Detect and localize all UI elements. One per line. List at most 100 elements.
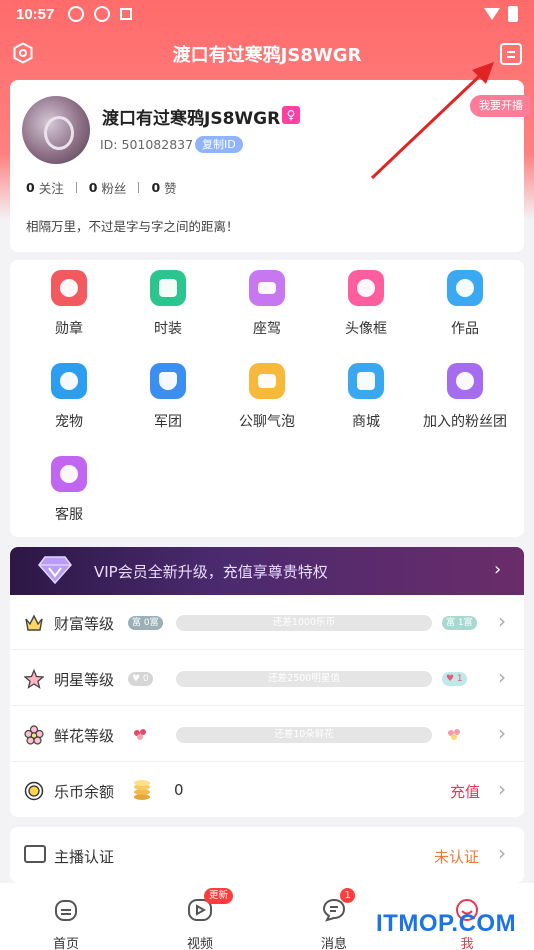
grid-item-label: 勋章 (55, 321, 83, 337)
headset-icon (51, 456, 87, 492)
coin-balance-row[interactable]: 乐币余额 0 充值 › (10, 763, 524, 818)
likes-label[interactable]: 赞 (164, 178, 177, 197)
fans-count: 0 (88, 180, 98, 195)
level-label: 财富等级 (54, 615, 115, 633)
page-title: 渡口有过寒鸦JS8WGR (172, 45, 362, 66)
current-level-badge: 富 0富 (128, 616, 163, 630)
chevron-right-icon: › (498, 609, 506, 633)
nav-home[interactable]: 首页 (26, 891, 106, 950)
fans-label[interactable]: 粉丝 (101, 178, 126, 197)
feature-grid: 勋章 时装 座驾 头像框 作品 宠物 军团 公聊气泡 商城 加入的粉丝团 客服 (10, 260, 524, 537)
grid-item-avatar-frame[interactable]: 头像框 (316, 270, 416, 338)
next-level-badge: ♥ 1 (442, 672, 467, 686)
start-live-button[interactable]: 我要开播 (470, 95, 530, 117)
wifi-icon (484, 8, 500, 20)
nav-label: 消息 (320, 937, 347, 950)
message-count-badge: 1 (340, 888, 355, 903)
car-icon (249, 270, 285, 306)
grid-item-fashion[interactable]: 时装 (118, 270, 218, 338)
nav-label: 视频 (186, 937, 213, 950)
level-row-star[interactable]: 明星等级 ♥ 0 还差2500明星值 ♥ 1 › (10, 651, 524, 706)
home-icon (55, 900, 77, 921)
top-bar: 渡口有过寒鸦JS8WGR (0, 36, 534, 72)
coin-icon (24, 781, 44, 801)
star-icon (447, 270, 483, 306)
avatar[interactable] (22, 96, 90, 164)
nav-messages[interactable]: 消息 (294, 891, 374, 950)
shop-icon (348, 363, 384, 399)
level-row-wealth[interactable]: 财富等级 富 0富 还差1000乐币 富 1富 › (10, 595, 524, 650)
chevron-right-icon: › (498, 841, 506, 865)
grid-item-shop[interactable]: 商城 (316, 363, 416, 431)
grid-item-car[interactable]: 座驾 (217, 270, 317, 338)
grid-item-label: 宠物 (55, 414, 83, 430)
level-row-flower[interactable]: 鲜花等级 还差10朵鲜花 › (10, 707, 524, 762)
video-update-badge: 更新 (204, 888, 234, 904)
notification-icon (68, 6, 85, 22)
diamond-icon (38, 556, 72, 585)
copy-id-button[interactable]: 复制ID (195, 136, 243, 153)
status-time: 10:57 (16, 5, 55, 23)
crown-icon (25, 614, 43, 631)
grid-item-label: 公聊气泡 (239, 414, 295, 430)
star-outline-icon (24, 669, 44, 689)
vip-text: VIP会员全新升级，充值享尊贵特权 (94, 563, 328, 581)
nav-label: 首页 (52, 937, 79, 950)
vip-banner[interactable]: VIP会员全新升级，充值享尊贵特权 › (10, 547, 524, 595)
grid-item-label: 作品 (451, 321, 479, 337)
nickname: 渡口有过寒鸦JS8WGR (102, 109, 281, 129)
notification-icon (94, 6, 111, 22)
level-progress: 还差2500明星值 (176, 671, 432, 687)
level-label: 鲜花等级 (54, 727, 115, 745)
level-label: 明星等级 (54, 671, 115, 689)
anchor-certification-row[interactable]: 主播认证 未认证 › (10, 827, 524, 883)
chevron-right-icon: › (498, 665, 506, 689)
flower-icon (24, 725, 44, 745)
avatar-frame-icon (348, 270, 384, 306)
grid-item-label: 头像框 (345, 321, 387, 337)
grid-item-label: 时装 (154, 321, 182, 337)
status-bar: 10:57 (0, 0, 534, 28)
levels-card: 财富等级 富 0富 还差1000乐币 富 1富 › 明星等级 ♥ 0 还差250… (10, 595, 524, 817)
menu-icon[interactable] (500, 43, 522, 65)
chevron-right-icon: › (494, 559, 502, 580)
id-card-icon (24, 845, 46, 863)
watermark: ITMOP.COM (376, 910, 517, 937)
coin-stack-icon (134, 780, 150, 800)
grid-item-support[interactable]: 客服 (19, 456, 119, 524)
chat-bubble-icon (249, 363, 285, 399)
divider (75, 182, 77, 193)
certification-status: 未认证 (434, 848, 480, 866)
coin-balance-value: 0 (174, 781, 184, 799)
battery-icon (508, 6, 518, 22)
user-id: ID: 501082837 (100, 137, 194, 152)
certification-label: 主播认证 (54, 848, 115, 866)
grid-item-medal[interactable]: 勋章 (19, 270, 119, 338)
level-progress: 还差10朵鲜花 (176, 727, 432, 743)
likes-count: 0 (151, 180, 161, 195)
recharge-button[interactable]: 充值 (450, 781, 480, 802)
divider (138, 182, 140, 193)
profile-card: 渡口有过寒鸦JS8WGR ♀ ID: 501082837 复制ID 我要开播 0… (10, 80, 530, 252)
grid-item-label: 加入的粉丝团 (423, 414, 507, 430)
grid-item-label: 军团 (154, 414, 182, 430)
flower-level-icon (134, 729, 146, 740)
level-progress: 还差1000乐币 (176, 615, 432, 631)
grid-item-legion[interactable]: 军团 (118, 363, 218, 431)
shirt-icon (150, 270, 186, 306)
current-level-badge: ♥ 0 (128, 672, 153, 686)
grid-item-pet[interactable]: 宠物 (19, 363, 119, 431)
chevron-right-icon: › (498, 777, 506, 801)
grid-item-label: 客服 (55, 507, 83, 523)
flower-level-icon (448, 729, 460, 740)
grid-item-fan-group[interactable]: 加入的粉丝团 (415, 363, 515, 431)
fan-group-icon (447, 363, 483, 399)
follow-label[interactable]: 关注 (39, 178, 64, 197)
coin-balance-label: 乐币余额 (54, 783, 115, 801)
grid-item-works[interactable]: 作品 (415, 270, 515, 338)
grid-item-chat-bubble[interactable]: 公聊气泡 (217, 363, 317, 431)
profile-stats: 0 关注 0 粉丝 0 赞 (26, 178, 177, 197)
chevron-right-icon: › (498, 721, 506, 745)
follow-count: 0 (26, 180, 35, 195)
gender-female-icon: ♀ (282, 106, 300, 124)
